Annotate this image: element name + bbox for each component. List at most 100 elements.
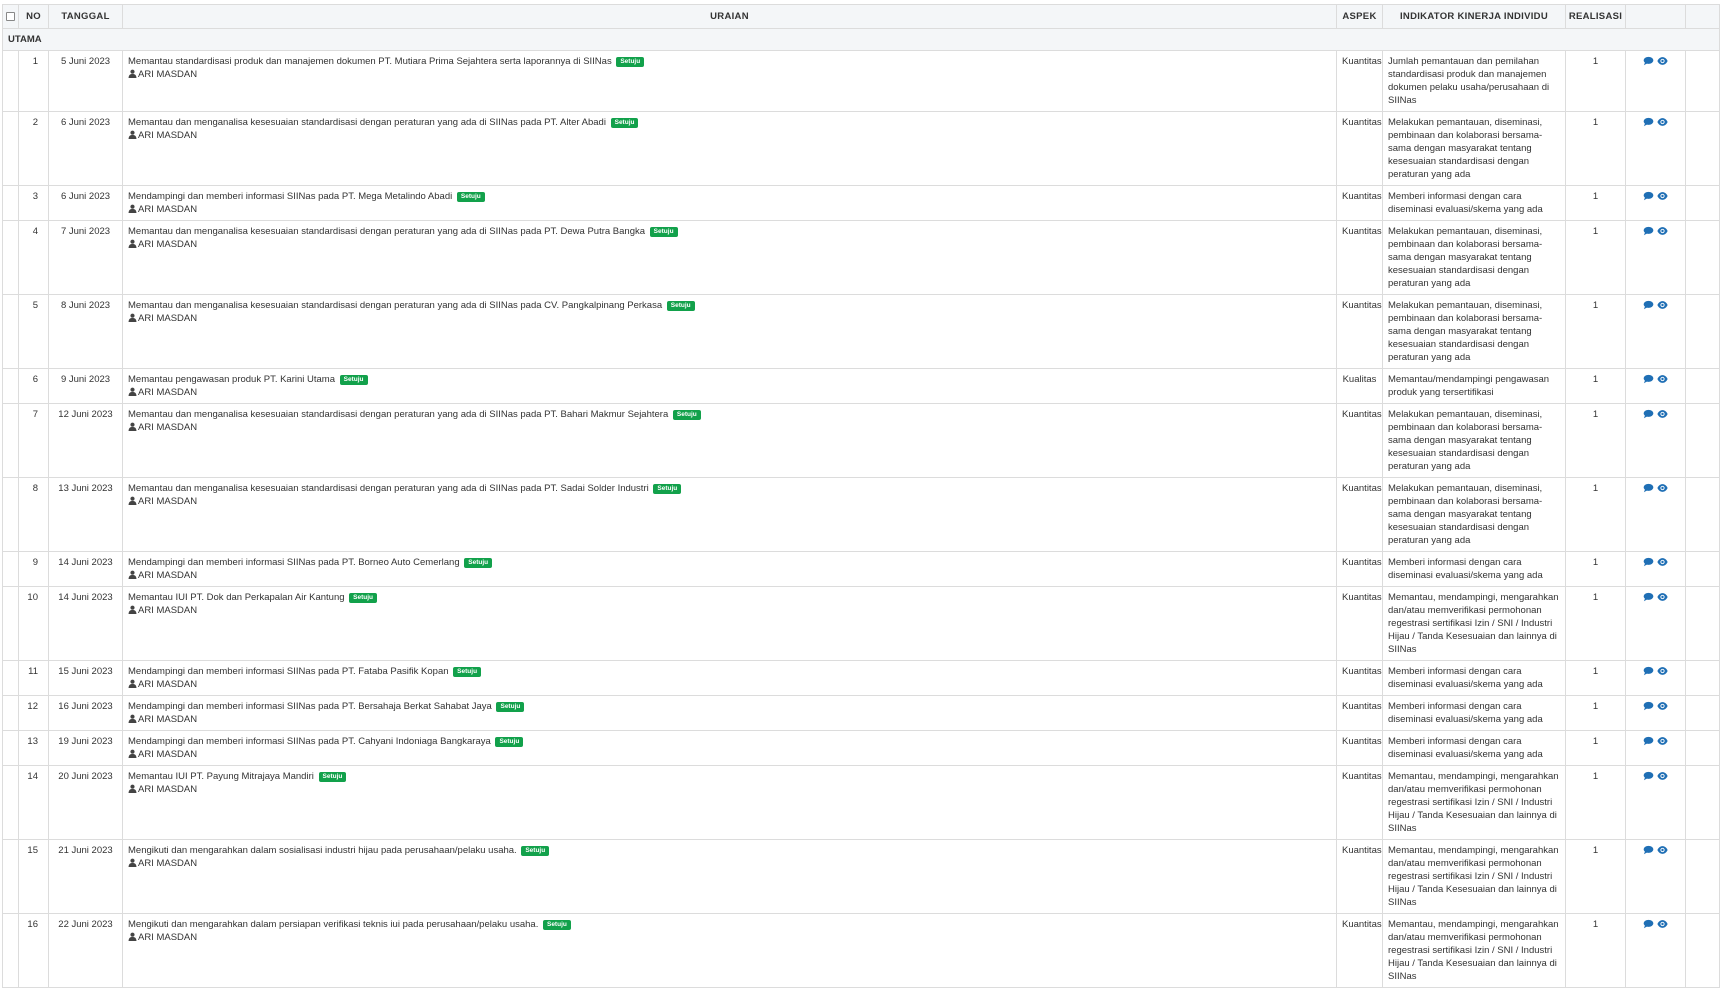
row-uraian-cell: Mendampingi dan memberi informasi SIINas… [122,551,1337,587]
select-all-cell[interactable] [2,4,19,29]
row-uraian-text: Memantau IUI PT. Dok dan Perkapalan Air … [128,592,345,603]
col-header-tanggal[interactable]: TANGGAL [48,4,123,29]
row-indikator: Jumlah pemantauan dan pemilahan standard… [1382,50,1566,112]
eye-icon[interactable] [1657,919,1668,929]
table-row: 14 20 Juni 2023 Memantau IUI PT. Payung … [2,765,1720,840]
row-person-name: ARI MASDAN [138,387,198,398]
eye-icon[interactable] [1657,845,1668,855]
row-aspek: Kuantitas [1336,111,1383,186]
row-select-cell [2,220,19,295]
row-person-name: ARI MASDAN [138,204,198,215]
status-badge: Setuju [453,667,482,677]
table-row: 1 5 Juni 2023 Memantau standardisasi pro… [2,50,1720,112]
row-extra-cell [1685,403,1720,478]
eye-icon[interactable] [1657,736,1668,746]
col-header-realisasi[interactable]: REALISASI [1565,4,1626,29]
row-tanggal: 12 Juni 2023 [48,403,123,478]
row-person: ARI MASDAN [128,931,1331,944]
eye-icon[interactable] [1657,409,1668,419]
row-no: 7 [18,403,49,478]
eye-icon[interactable] [1657,701,1668,711]
row-realisasi: 1 [1565,765,1626,840]
col-header-aspek[interactable]: ASPEK [1336,4,1383,29]
row-actions [1625,403,1686,478]
eye-icon[interactable] [1657,300,1668,310]
row-no: 6 [18,368,49,404]
row-no: 11 [18,660,49,696]
row-tanggal: 14 Juni 2023 [48,586,123,661]
comment-icon[interactable] [1643,592,1654,602]
comment-icon[interactable] [1643,191,1654,201]
row-uraian-text: Mendampingi dan memberi informasi SIINas… [128,191,453,202]
eye-icon[interactable] [1657,56,1668,66]
col-header-indikator[interactable]: INDIKATOR KINERJA INDIVIDU [1382,4,1566,29]
row-indikator: Memantau, mendampingi, mengarahkan dan/a… [1382,765,1566,840]
row-uraian-text: Memantau dan menganalisa kesesuaian stan… [128,226,646,237]
comment-icon[interactable] [1643,483,1654,493]
row-person-name: ARI MASDAN [138,714,198,725]
comment-icon[interactable] [1643,117,1654,127]
row-extra-cell [1685,111,1720,186]
row-no: 15 [18,839,49,914]
user-icon [128,422,137,431]
eye-icon[interactable] [1657,771,1668,781]
eye-icon[interactable] [1657,557,1668,567]
row-realisasi: 1 [1565,913,1626,988]
row-uraian-text: Mengikuti dan mengarahkan dalam sosialis… [128,845,517,856]
row-indikator: Memantau, mendampingi, mengarahkan dan/a… [1382,586,1566,661]
user-icon [128,204,137,213]
row-aspek: Kuantitas [1336,185,1383,221]
col-header-uraian[interactable]: URAIAN [122,4,1337,29]
eye-icon[interactable] [1657,374,1668,384]
row-person: ARI MASDAN [128,203,1331,216]
row-aspek: Kuantitas [1336,586,1383,661]
comment-icon[interactable] [1643,374,1654,384]
kinerja-table-wrapper: NO TANGGAL URAIAN ASPEK INDIKATOR KINERJ… [2,4,1720,988]
row-uraian-cell: Mendampingi dan memberi informasi SIINas… [122,660,1337,696]
eye-icon[interactable] [1657,117,1668,127]
eye-icon[interactable] [1657,592,1668,602]
row-select-cell [2,765,19,840]
comment-icon[interactable] [1643,701,1654,711]
row-uraian-cell: Memantau pengawasan produk PT. Karini Ut… [122,368,1337,404]
row-aspek: Kuantitas [1336,660,1383,696]
row-uraian-cell: Mendampingi dan memberi informasi SIINas… [122,730,1337,766]
eye-icon[interactable] [1657,666,1668,676]
checkbox-icon[interactable] [6,11,15,21]
comment-icon[interactable] [1643,919,1654,929]
user-icon [128,784,137,793]
row-uraian-text: Memantau dan menganalisa kesesuaian stan… [128,117,606,128]
row-realisasi: 1 [1565,294,1626,369]
row-extra-cell [1685,294,1720,369]
comment-icon[interactable] [1643,56,1654,66]
comment-icon[interactable] [1643,300,1654,310]
row-person-name: ARI MASDAN [138,239,198,250]
row-tanggal: 6 Juni 2023 [48,111,123,186]
row-uraian-text: Mendampingi dan memberi informasi SIINas… [128,557,460,568]
col-header-no[interactable]: NO [18,4,49,29]
comment-icon[interactable] [1643,557,1654,567]
eye-icon[interactable] [1657,483,1668,493]
comment-icon[interactable] [1643,845,1654,855]
row-realisasi: 1 [1565,220,1626,295]
user-icon [128,605,137,614]
comment-icon[interactable] [1643,409,1654,419]
comment-icon[interactable] [1643,666,1654,676]
eye-icon[interactable] [1657,191,1668,201]
table-row: 11 15 Juni 2023 Mendampingi dan memberi … [2,660,1720,696]
comment-icon[interactable] [1643,226,1654,236]
row-indikator: Melakukan pemantauan, diseminasi, pembin… [1382,294,1566,369]
comment-icon[interactable] [1643,771,1654,781]
row-person-name: ARI MASDAN [138,313,198,324]
row-extra-cell [1685,50,1720,112]
row-realisasi: 1 [1565,477,1626,552]
eye-icon[interactable] [1657,226,1668,236]
table-row: 4 7 Juni 2023 Memantau dan menganalisa k… [2,220,1720,295]
row-realisasi: 1 [1565,730,1626,766]
user-icon [128,749,137,758]
status-badge: Setuju [464,558,493,568]
row-indikator: Memberi informasi dengan cara diseminasi… [1382,660,1566,696]
row-tanggal: 20 Juni 2023 [48,765,123,840]
comment-icon[interactable] [1643,736,1654,746]
row-indikator: Melakukan pemantauan, diseminasi, pembin… [1382,477,1566,552]
